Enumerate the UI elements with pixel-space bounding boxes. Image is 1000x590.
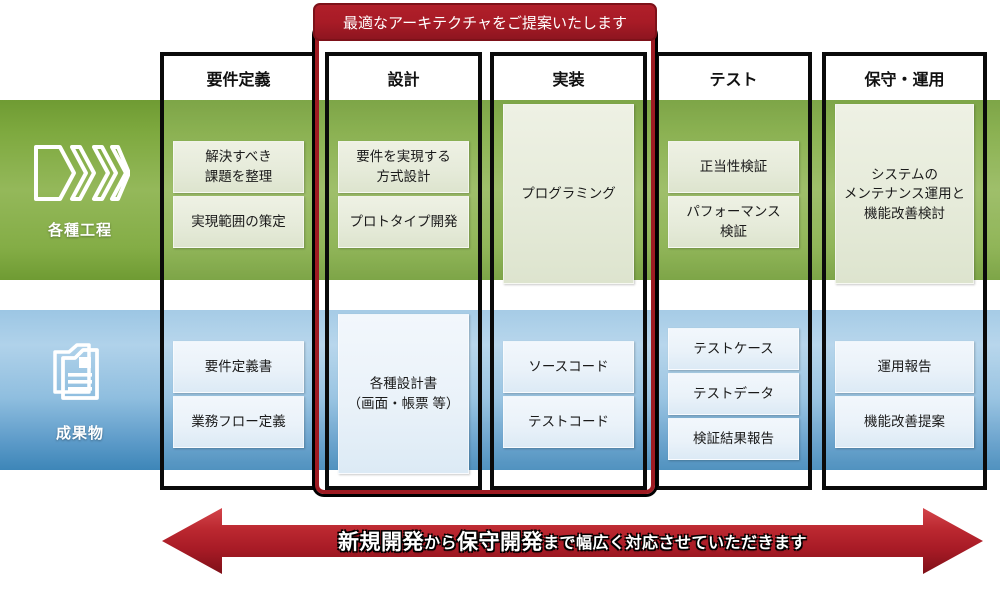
phase-header-implementation: 実装	[494, 56, 643, 100]
phase-body-maintenance: システムの メンテナンス運用と 機能改善検討 運用報告 機能改善提案	[826, 100, 983, 490]
phase-header-design: 設計	[329, 56, 478, 100]
process-card[interactable]: プログラミング	[503, 104, 634, 284]
deliverable-card[interactable]: 運用報告	[835, 340, 974, 393]
double-arrow-icon	[162, 508, 983, 574]
process-cards-test: 正当性検証 パフォーマンス 検証	[668, 104, 799, 284]
deliverable-card[interactable]: ソースコード	[503, 340, 634, 393]
deliverable-cards-design: 各種設計書 （画面・帳票 等）	[338, 314, 469, 474]
phase-body-requirements: 解決すべき 課題を整理 実現範囲の策定 要件定義書 業務フロー定義	[164, 100, 313, 490]
row-label-deliverables-text: 成果物	[55, 424, 104, 442]
phase-column-test[interactable]: テスト 正当性検証 パフォーマンス 検証 テストケース テストデータ 検証結果報告	[655, 52, 812, 490]
deliverable-cards-requirements: 要件定義書 業務フロー定義	[173, 314, 304, 474]
deliverable-card[interactable]: テストコード	[503, 395, 634, 448]
phase-column-maintenance[interactable]: 保守・運用 システムの メンテナンス運用と 機能改善検討 運用報告 機能改善提案	[822, 52, 987, 490]
architecture-banner-text: 最適なアーキテクチャをご提案いたします	[343, 14, 627, 32]
deliverable-card[interactable]: 検証結果報告	[668, 418, 799, 460]
process-cards-implementation: プログラミング	[503, 104, 634, 284]
process-card[interactable]: 要件を実現する 方式設計	[338, 140, 469, 193]
deliverable-cards-implementation: ソースコード テストコード	[503, 314, 634, 474]
phase-column-requirements[interactable]: 要件定義 解決すべき 課題を整理 実現範囲の策定 要件定義書 業務フロー定義	[160, 52, 317, 490]
phase-header-test: テスト	[659, 56, 808, 100]
process-card[interactable]: プロトタイプ開発	[338, 195, 469, 248]
chevrons-icon	[30, 141, 130, 205]
deliverable-card[interactable]: テストケース	[668, 328, 799, 370]
row-label-processes-text: 各種工程	[47, 221, 112, 239]
row-label-deliverables: 成果物	[0, 310, 160, 470]
scope-arrow: 新規開発 から 保守開発 まで幅広く対応させていただきます	[160, 505, 985, 577]
deliverable-card[interactable]: 各種設計書 （画面・帳票 等）	[338, 314, 469, 474]
phase-body-design: 要件を実現する 方式設計 プロトタイプ開発 各種設計書 （画面・帳票 等）	[329, 100, 478, 490]
process-card[interactable]: システムの メンテナンス運用と 機能改善検討	[835, 104, 974, 284]
deliverable-card[interactable]: 業務フロー定義	[173, 395, 304, 448]
deliverable-card[interactable]: 機能改善提案	[835, 395, 974, 448]
phase-header-maintenance: 保守・運用	[826, 56, 983, 100]
deliverable-cards-test: テストケース テストデータ 検証結果報告	[668, 314, 799, 474]
phase-column-design[interactable]: 設計 要件を実現する 方式設計 プロトタイプ開発 各種設計書 （画面・帳票 等）	[325, 52, 482, 490]
phase-body-test: 正当性検証 パフォーマンス 検証 テストケース テストデータ 検証結果報告	[659, 100, 808, 490]
phase-body-implementation: プログラミング ソースコード テストコード	[494, 100, 643, 490]
deliverable-card[interactable]: テストデータ	[668, 373, 799, 415]
process-card[interactable]: 解決すべき 課題を整理	[173, 140, 304, 193]
phase-column-implementation[interactable]: 実装 プログラミング ソースコード テストコード	[490, 52, 647, 490]
process-cards-requirements: 解決すべき 課題を整理 実現範囲の策定	[173, 104, 304, 284]
architecture-banner: 最適なアーキテクチャをご提案いたします	[313, 3, 657, 41]
row-label-processes: 各種工程	[0, 100, 160, 280]
process-card[interactable]: 実現範囲の策定	[173, 195, 304, 248]
process-cards-design: 要件を実現する 方式設計 プロトタイプ開発	[338, 104, 469, 284]
process-card[interactable]: 正当性検証	[668, 140, 799, 193]
phase-header-requirements: 要件定義	[164, 56, 313, 100]
deliverable-cards-maintenance: 運用報告 機能改善提案	[835, 314, 974, 474]
documents-icon	[49, 338, 111, 408]
process-card[interactable]: パフォーマンス 検証	[668, 195, 799, 248]
process-cards-maintenance: システムの メンテナンス運用と 機能改善検討	[835, 104, 974, 284]
deliverable-card[interactable]: 要件定義書	[173, 340, 304, 393]
